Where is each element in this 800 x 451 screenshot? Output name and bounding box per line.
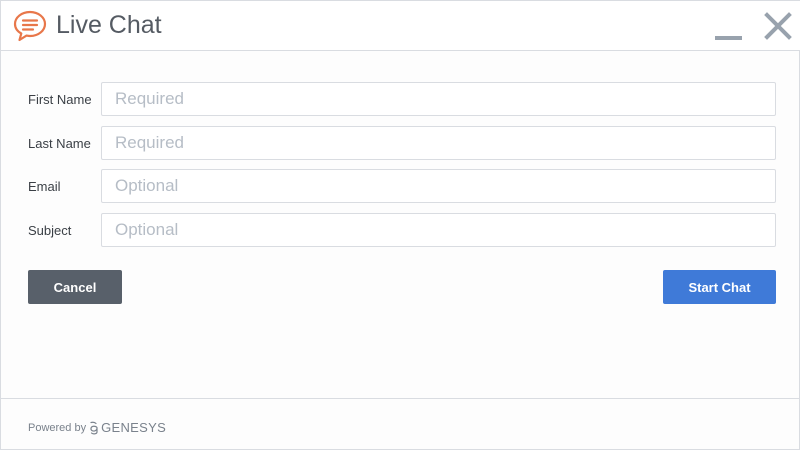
chat-header: Live Chat [1, 1, 800, 51]
page-title: Live Chat [56, 11, 162, 39]
close-button[interactable] [763, 11, 793, 41]
subject-row: Subject [1, 213, 800, 249]
subject-label: Subject [28, 223, 72, 238]
first-name-input[interactable] [101, 82, 776, 116]
minimize-button[interactable] [712, 13, 746, 43]
cancel-button[interactable]: Cancel [28, 270, 122, 304]
last-name-input[interactable] [101, 126, 776, 160]
last-name-row: Last Name [1, 126, 800, 162]
live-chat-window: Live Chat First Name Last Name Email Sub… [0, 0, 800, 450]
genesys-logo[interactable]: GENESYS [89, 420, 166, 435]
genesys-brand: GENESYS [101, 420, 167, 435]
email-label: Email [28, 179, 61, 194]
powered-by-label: Powered by [28, 421, 87, 434]
start-chat-button[interactable]: Start Chat [663, 270, 776, 304]
chat-bubble-icon [13, 10, 47, 42]
email-row: Email [1, 169, 800, 205]
first-name-row: First Name [1, 82, 800, 118]
last-name-label: Last Name [28, 136, 91, 151]
footer: Powered by GENESYS [1, 398, 800, 451]
email-input[interactable] [101, 169, 776, 203]
genesys-logo-icon [90, 421, 98, 434]
close-icon [764, 12, 792, 40]
subject-input[interactable] [101, 213, 776, 247]
first-name-label: First Name [28, 92, 92, 107]
minimize-icon [715, 36, 742, 40]
powered-by: Powered by GENESYS [28, 420, 166, 435]
